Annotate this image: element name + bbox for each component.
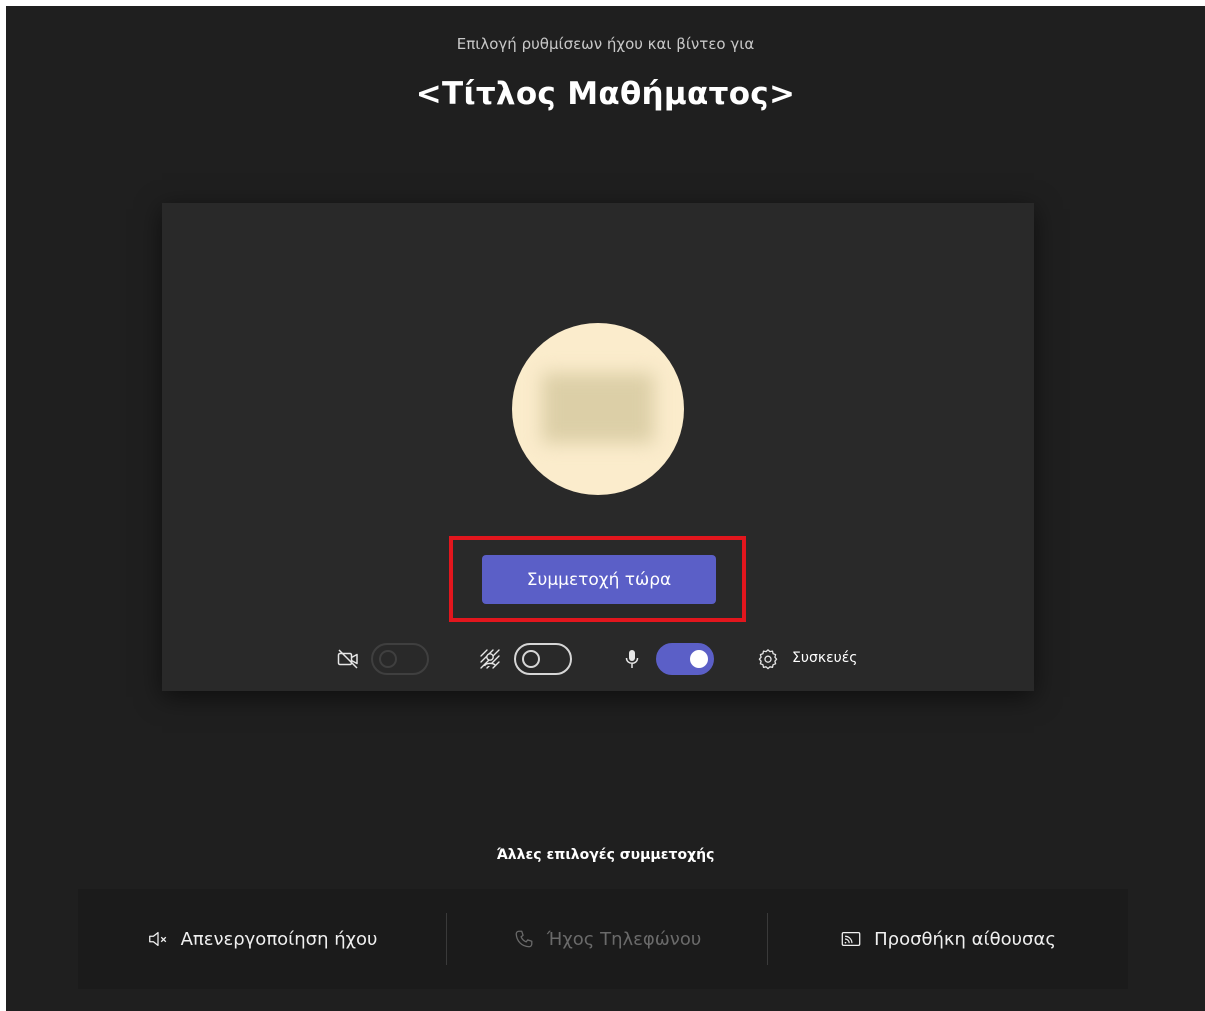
camera-toggle-knob	[379, 650, 397, 668]
background-effects-icon[interactable]	[478, 647, 502, 671]
microphone-toggle[interactable]	[656, 643, 714, 675]
audio-off-option[interactable]: Απενεργοποίηση ήχου	[78, 889, 446, 989]
speaker-muted-icon	[148, 931, 166, 947]
add-room-label: Προσθήκη αίθουσας	[874, 928, 1056, 950]
phone-icon	[515, 930, 533, 948]
av-controls: Συσκευές	[162, 641, 1034, 677]
video-preview-panel: Συμμετοχή τώρα Συσκευές	[162, 203, 1034, 691]
phone-audio-label: Ήχος Τηλεφώνου	[546, 928, 702, 950]
join-now-button[interactable]: Συμμετοχή τώρα	[482, 555, 716, 604]
meeting-title: <Τίτλος Μαθήματος>	[415, 76, 796, 112]
meeting-prejoin-window: Επιλογή ρυθμίσεων ήχου και βίντεο για <Τ…	[6, 6, 1205, 1011]
background-effects-toggle-knob	[522, 650, 540, 668]
avatar	[512, 323, 684, 495]
prejoin-subtitle: Επιλογή ρυθμίσεων ήχου και βίντεο για	[456, 35, 755, 53]
devices-button[interactable]: Συσκευές	[792, 650, 858, 666]
avatar-blurred-initials	[542, 373, 654, 443]
gear-icon[interactable]	[756, 647, 780, 671]
camera-toggle[interactable]	[371, 643, 429, 675]
add-room-option[interactable]: Προσθήκη αίθουσας	[768, 889, 1128, 989]
phone-audio-option[interactable]: Ήχος Τηλεφώνου	[447, 889, 767, 989]
cast-icon	[841, 931, 861, 947]
other-join-options-bar: Απενεργοποίηση ήχου Ήχος Τηλεφώνου Προσθ…	[78, 889, 1128, 989]
microphone-toggle-knob	[690, 650, 708, 668]
audio-off-label: Απενεργοποίηση ήχου	[180, 928, 378, 950]
camera-off-icon[interactable]	[336, 647, 360, 671]
microphone-icon[interactable]	[620, 647, 644, 671]
background-effects-toggle[interactable]	[514, 643, 572, 675]
other-join-options-heading: Άλλες επιλογές συμμετοχής	[496, 847, 715, 863]
